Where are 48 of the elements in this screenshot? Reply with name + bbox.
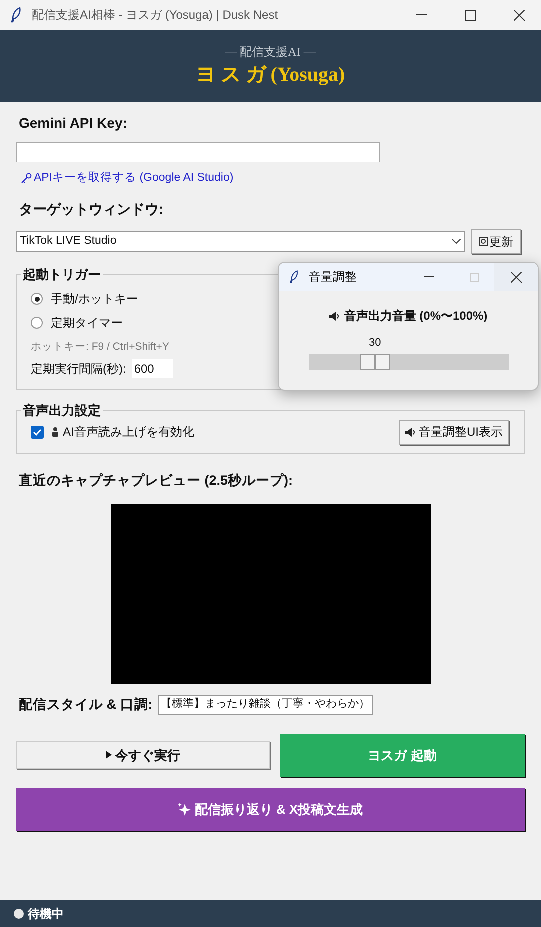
chevron-icon (452, 239, 461, 244)
person-icon (52, 427, 59, 438)
key-icon (21, 173, 32, 184)
hotkey-note: ホットキー: F9 / Ctrl+Shift+Y (31, 340, 170, 356)
interval-field[interactable]: 600 (132, 359, 174, 378)
tts-label: AI音声読み上げを有効化 (63, 424, 194, 442)
api-key-label: Gemini API Key: (19, 114, 128, 133)
feather-icon (289, 270, 299, 284)
refresh-icon (478, 237, 488, 246)
refresh-button[interactable]: 更新 (471, 229, 521, 254)
feather-icon (10, 7, 22, 23)
app-title: ヨ ス ガ (Yosuga) (196, 63, 346, 88)
radio-label: 手動/ホットキー (51, 291, 138, 308)
check-icon (33, 428, 42, 436)
status-text: 待機中 (28, 906, 64, 922)
speaker-icon (329, 312, 340, 320)
minimize-icon[interactable] (416, 14, 427, 16)
sparkle-icon (178, 802, 191, 816)
volume-slider-thumb[interactable] (360, 354, 390, 370)
review-button[interactable]: 配信振り返り & X投稿文生成 (16, 788, 525, 831)
volume-ui-button[interactable]: 音量調整UI表示 (399, 420, 509, 445)
api-key-link[interactable]: APIキーを取得する (Google AI Studio) (21, 170, 525, 188)
radio-label: 定期タイマー (51, 315, 123, 332)
radio-button[interactable] (31, 317, 43, 330)
tts-checkbox[interactable] (31, 426, 44, 439)
window-title: 配信支援AI相棒 - ヨスガ (Yosuga) | Dusk Nest (32, 7, 278, 24)
close-icon (510, 272, 522, 282)
volume-heading: 音声出力音量 (0%〜100%) (344, 308, 488, 325)
interval-label: 定期実行間隔(秒): (31, 360, 126, 378)
api-key-field[interactable] (16, 142, 380, 162)
header-subtitle: ― 配信支援AI ― (225, 44, 316, 61)
target-select[interactable]: TikTok LIVE Studio (16, 231, 465, 252)
target-label: ターゲットウィンドウ: (19, 200, 165, 220)
volume-window-title: 音量調整 (309, 269, 357, 286)
volume-slider-track[interactable] (309, 354, 509, 370)
style-label: 配信スタイル & 口調: (19, 696, 153, 714)
close-icon[interactable] (514, 10, 525, 20)
close-button[interactable] (494, 263, 538, 291)
radio-button[interactable] (31, 293, 43, 306)
volume-reading: 30 (369, 336, 382, 351)
speaker-icon (405, 428, 416, 437)
play-icon (106, 751, 112, 760)
minimize-icon[interactable] (424, 276, 434, 278)
style-select[interactable]: 【標準】まったり雑談（丁寧・やわらか） (158, 694, 373, 715)
maximize-icon (470, 272, 479, 282)
maximize-icon[interactable] (465, 10, 476, 20)
run-now-button[interactable]: 今すぐ実行 (16, 741, 270, 770)
preview-label: 直近のキャプチャプレビュー (2.5秒ループ): (19, 472, 294, 490)
